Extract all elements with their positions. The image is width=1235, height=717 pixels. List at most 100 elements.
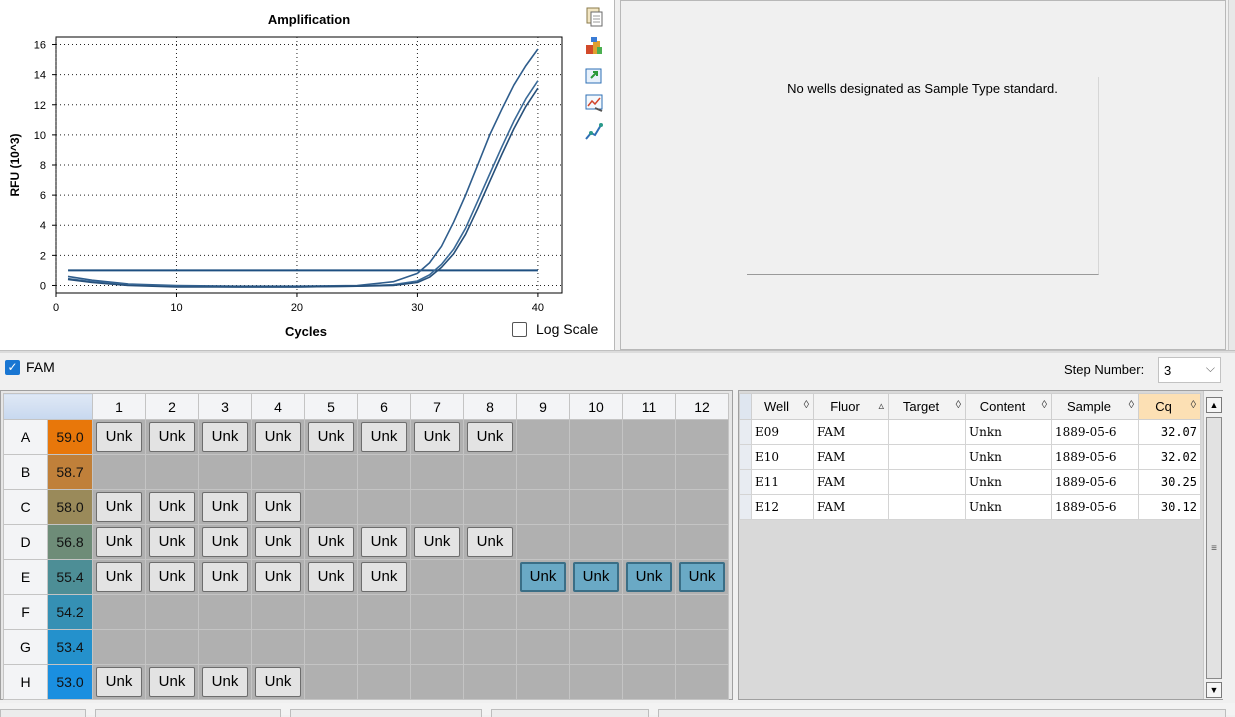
plate-well[interactable] [569, 419, 623, 455]
bottom-tab-3[interactable] [290, 709, 482, 717]
sort-icon[interactable]: ◊ [1191, 399, 1196, 411]
plate-well[interactable]: Unk [463, 524, 517, 560]
plate-well[interactable]: Unk [410, 419, 464, 455]
results-cell[interactable] [888, 469, 966, 495]
plate-well[interactable] [357, 454, 411, 490]
results-column-header[interactable]: Target ◊ [888, 393, 966, 420]
chart-settings-icon[interactable] [583, 92, 605, 114]
plate-well[interactable] [92, 629, 146, 665]
plate-column-header[interactable]: 8 [463, 393, 517, 420]
plate-well[interactable] [145, 454, 199, 490]
plate-well[interactable]: Unk [410, 524, 464, 560]
well-content-chip[interactable]: Unk [573, 562, 619, 592]
well-content-chip[interactable]: Unk [626, 562, 672, 592]
plate-well[interactable] [463, 629, 517, 665]
well-content-chip[interactable]: Unk [361, 562, 407, 592]
row-selector[interactable] [739, 469, 752, 495]
results-cell[interactable]: FAM [813, 469, 889, 495]
well-content-chip[interactable]: Unk [308, 527, 354, 557]
plate-well[interactable]: Unk [251, 524, 305, 560]
results-column-header[interactable]: Well ◊ [751, 393, 814, 420]
results-cell[interactable] [888, 444, 966, 470]
plate-well[interactable] [569, 629, 623, 665]
plate-well[interactable]: Unk [357, 419, 411, 455]
well-content-chip[interactable]: Unk [149, 527, 195, 557]
plate-well[interactable] [357, 629, 411, 665]
plate-row-header[interactable]: C [3, 489, 48, 525]
plate-well[interactable]: Unk [675, 559, 729, 595]
plate-well[interactable] [675, 454, 729, 490]
plate-well[interactable] [675, 629, 729, 665]
plate-well[interactable]: Unk [145, 489, 199, 525]
well-content-chip[interactable]: Unk [96, 667, 142, 697]
plate-well[interactable] [410, 664, 464, 700]
well-content-chip[interactable]: Unk [255, 527, 301, 557]
well-content-chip[interactable]: Unk [96, 527, 142, 557]
plate-well[interactable]: Unk [145, 419, 199, 455]
trace-style-icon[interactable] [583, 121, 605, 143]
plate-well[interactable]: Unk [304, 559, 358, 595]
results-cell[interactable]: E10 [751, 444, 814, 470]
plate-well[interactable]: Unk [251, 489, 305, 525]
sort-icon[interactable]: ◊ [956, 399, 961, 411]
results-cell[interactable]: Unkn [965, 469, 1052, 495]
plate-row-header[interactable]: A [3, 419, 48, 455]
well-content-chip[interactable]: Unk [308, 422, 354, 452]
export-icon[interactable] [583, 64, 605, 86]
plate-well[interactable] [410, 559, 464, 595]
well-content-chip[interactable]: Unk [255, 422, 301, 452]
plate-well[interactable] [622, 419, 676, 455]
plate-well[interactable] [516, 489, 570, 525]
plate-well[interactable]: Unk [516, 559, 570, 595]
plate-well[interactable] [622, 489, 676, 525]
scroll-grip-icon[interactable]: ≡ [1207, 543, 1221, 554]
results-cell[interactable]: 1889-05-6 [1051, 494, 1139, 520]
plate-well[interactable] [198, 454, 252, 490]
plate-well[interactable] [463, 559, 517, 595]
well-content-chip[interactable]: Unk [149, 562, 195, 592]
plate-well[interactable] [675, 524, 729, 560]
plate-well[interactable]: Unk [622, 559, 676, 595]
log-scale-checkbox[interactable] [512, 322, 527, 337]
well-content-chip[interactable]: Unk [149, 667, 195, 697]
bottom-tab-5[interactable] [658, 709, 1226, 717]
plate-well[interactable]: Unk [251, 664, 305, 700]
plate-well[interactable] [675, 489, 729, 525]
well-content-chip[interactable]: Unk [149, 422, 195, 452]
plate-column-header[interactable]: 5 [304, 393, 358, 420]
plate-well[interactable]: Unk [357, 559, 411, 595]
plate-well[interactable] [569, 454, 623, 490]
results-row[interactable]: E11 FAM Unkn 1889-05-6 30.25 [739, 469, 1201, 495]
plate-column-header[interactable]: 9 [516, 393, 570, 420]
color-palette-icon[interactable] [583, 35, 605, 57]
plate-well[interactable] [145, 629, 199, 665]
results-column-header[interactable]: Content ◊ [965, 393, 1052, 420]
plate-well[interactable]: Unk [251, 559, 305, 595]
plate-well[interactable] [569, 664, 623, 700]
fam-checkbox[interactable]: ✓ [5, 360, 20, 375]
well-content-chip[interactable]: Unk [202, 422, 248, 452]
bottom-tab-1[interactable] [0, 709, 86, 717]
plate-well[interactable] [516, 629, 570, 665]
results-vertical-scrollbar[interactable]: ▲ ≡ ▼ [1203, 391, 1223, 699]
plate-well[interactable] [410, 489, 464, 525]
step-number-select[interactable]: 3 ⌵ [1158, 357, 1221, 383]
results-cell[interactable] [888, 494, 966, 520]
plate-well[interactable] [357, 489, 411, 525]
plate-well[interactable] [251, 594, 305, 630]
plate-well[interactable]: Unk [198, 419, 252, 455]
plate-column-header[interactable]: 12 [675, 393, 729, 420]
well-content-chip[interactable]: Unk [414, 527, 460, 557]
well-content-chip[interactable]: Unk [414, 422, 460, 452]
well-content-chip[interactable]: Unk [202, 562, 248, 592]
panel-splitter[interactable] [0, 350, 1235, 353]
plate-well[interactable]: Unk [304, 419, 358, 455]
plate-well[interactable] [198, 629, 252, 665]
results-select-all[interactable] [739, 393, 752, 420]
plate-well[interactable]: Unk [569, 559, 623, 595]
results-cell[interactable]: FAM [813, 419, 889, 445]
plate-well[interactable]: Unk [198, 664, 252, 700]
plate-well[interactable] [304, 594, 358, 630]
results-cell[interactable]: 1889-05-6 [1051, 419, 1139, 445]
plate-well[interactable] [516, 594, 570, 630]
